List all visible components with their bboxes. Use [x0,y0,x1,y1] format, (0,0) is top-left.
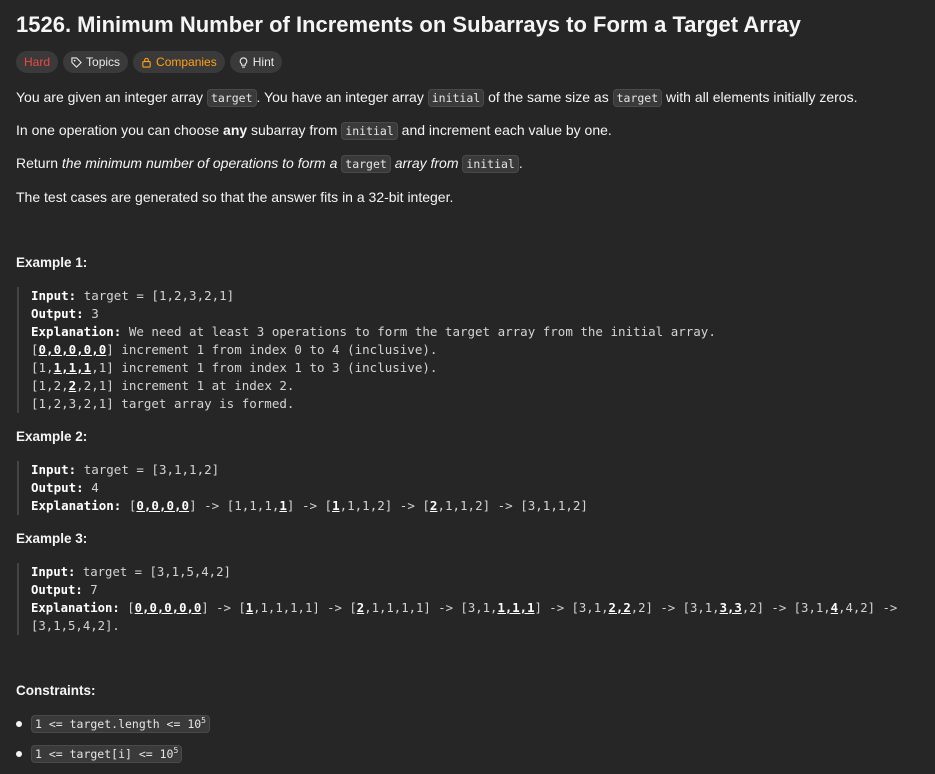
constraint-item: 1 <= target[i] <= 105 [16,744,210,774]
input-label: Input: [31,462,77,477]
badge-row: Hard Topics Companies Hint [16,51,935,73]
output-label: Output: [31,583,83,597]
problem-title[interactable]: 1526. Minimum Number of Increments on Su… [16,8,935,42]
description-paragraph-1: You are given an integer array target. Y… [16,88,857,108]
constraints-heading: Constraints: [16,683,96,698]
italic-text: array from [390,155,463,171]
topics-button[interactable]: Topics [63,51,129,73]
explanation-label: Explanation: [31,601,120,615]
example-1-block: Input: target = [1,2,3,2,1] Output: 3 Ex… [17,287,935,413]
bold-text: any [223,122,248,138]
inline-code: target [612,89,663,107]
text: and increment each value by one. [397,122,612,138]
text: Return [16,155,62,171]
constraint-text: 1 <= target[i] <= 10 [35,747,174,761]
text: . You have an integer array [256,89,428,105]
text: You are given an integer array [16,89,207,105]
example-2-heading: Example 2: [16,429,88,444]
text: In one operation you can choose [16,122,224,138]
example-output: 7 [90,583,98,597]
lightbulb-icon [239,56,248,68]
topics-label: Topics [86,54,121,69]
inline-code: 1 <= target[i] <= 105 [31,745,183,763]
text: . [518,155,523,171]
description-paragraph-2: In one operation you can choose any suba… [16,121,612,141]
inline-code: initial [341,122,398,140]
example-3-heading: Example 3: [16,531,88,546]
companies-label: Companies [156,54,217,69]
example-2-block: Input: target = [3,1,1,2] Output: 4 Expl… [17,461,935,515]
problem-panel: 1526. Minimum Number of Increments on Su… [0,0,935,73]
example-input: target = [1,2,3,2,1] [83,288,235,303]
output-label: Output: [31,306,84,321]
difficulty-badge: Hard [16,51,59,73]
input-label: Input: [31,288,77,303]
hint-label: Hint [252,54,275,69]
inline-code: target [341,155,391,173]
example-output: 3 [91,306,99,321]
exponent: 5 [173,746,179,756]
inline-code: initial [462,155,519,173]
inline-code: target [206,89,257,107]
text: subarray from [247,122,342,138]
explanation-label: Explanation: [31,498,122,513]
example-input: target = [3,1,5,4,2] [82,565,231,579]
companies-button[interactable]: Companies [133,51,225,73]
constraints-list: 1 <= target.length <= 105 1 <= target[i]… [16,714,210,774]
inline-code: 1 <= target.length <= 105 [31,715,210,733]
italic-text: the minimum number of operations to form… [61,155,342,171]
text: of the same size as [484,89,613,105]
text: with all elements initially zeros. [662,89,858,105]
example-output: 4 [91,480,99,495]
explanation-label: Explanation: [31,324,122,339]
example-input: target = [3,1,1,2] [83,462,220,477]
description-paragraph-4: The test cases are generated so that the… [16,189,454,205]
tag-icon [71,56,82,68]
hint-button[interactable]: Hint [229,51,283,73]
description-paragraph-3: Return the minimum number of operations … [16,154,523,174]
input-label: Input: [31,565,76,579]
inline-code: initial [427,89,485,107]
example-1-heading: Example 1: [16,255,88,270]
example-3-block: Input: target = [3,1,5,4,2] Output: 7 Ex… [17,563,935,635]
lock-icon [142,57,151,68]
output-label: Output: [31,480,84,495]
constraint-text: 1 <= target.length <= 10 [35,717,202,731]
constraint-item: 1 <= target.length <= 105 [16,714,210,744]
exponent: 5 [201,716,206,726]
example-explanation: We need at least 3 operations to form th… [128,324,716,339]
